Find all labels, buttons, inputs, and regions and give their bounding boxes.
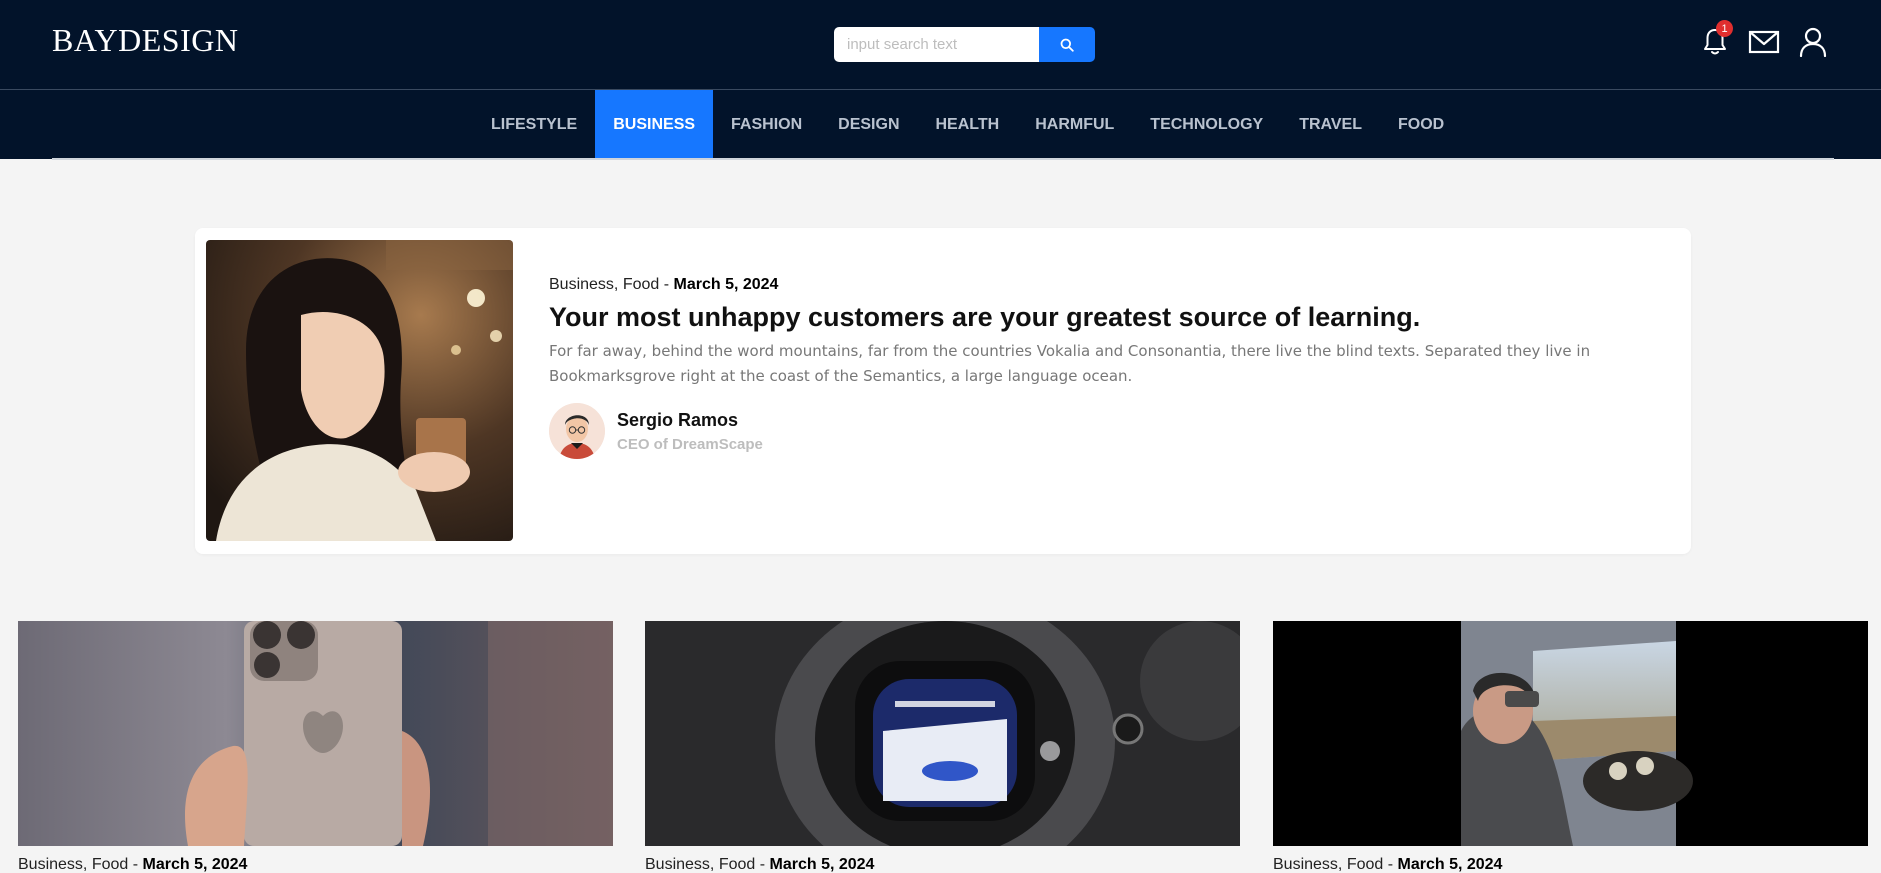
header-actions: 1 xyxy=(1699,20,1829,62)
nav-item-food[interactable]: FOOD xyxy=(1380,90,1462,159)
search-input[interactable] xyxy=(834,27,1039,62)
category-link[interactable]: Food xyxy=(1347,856,1383,873)
notification-badge: 1 xyxy=(1716,20,1733,37)
nav-list: LIFESTYLE BUSINESS FASHION DESIGN HEALTH… xyxy=(473,90,1462,159)
account-button[interactable] xyxy=(1797,22,1829,62)
nav-item-lifestyle[interactable]: LIFESTYLE xyxy=(473,90,595,159)
author-info: Sergio Ramos CEO of DreamScape xyxy=(617,410,763,453)
messages-button[interactable] xyxy=(1747,22,1781,62)
category-link[interactable]: Business xyxy=(645,856,710,873)
featured-title[interactable]: Your most unhappy customers are your gre… xyxy=(549,302,1659,333)
category-link[interactable]: Business xyxy=(1273,856,1338,873)
author-name[interactable]: Sergio Ramos xyxy=(617,410,763,431)
nav-item-travel[interactable]: TRAVEL xyxy=(1281,90,1380,159)
nav-item-business[interactable]: BUSINESS xyxy=(595,90,714,159)
post-date: March 5, 2024 xyxy=(673,276,779,293)
nav-item-technology[interactable]: TECHNOLOGY xyxy=(1132,90,1281,159)
category-link[interactable]: Food xyxy=(92,856,128,873)
post-card[interactable]: Business, Food - March 5, 2024 xyxy=(18,621,613,873)
nav-underline xyxy=(52,158,1834,160)
post-image[interactable] xyxy=(18,621,613,846)
category-link[interactable]: Food xyxy=(719,856,755,873)
category-link[interactable]: Food xyxy=(623,276,659,293)
search-icon xyxy=(1060,38,1074,52)
featured-article[interactable]: Business, Food - March 5, 2024 Your most… xyxy=(195,228,1691,554)
post-meta: Business, Food - March 5, 2024 xyxy=(645,856,875,873)
nav-item-design[interactable]: DESIGN xyxy=(820,90,917,159)
author-role: CEO of DreamScape xyxy=(617,435,763,453)
nav-item-health[interactable]: HEALTH xyxy=(918,90,1018,159)
category-link[interactable]: Business xyxy=(18,856,83,873)
post-card[interactable]: Business, Food - March 5, 2024 xyxy=(1273,621,1868,873)
post-meta: Business, Food - March 5, 2024 xyxy=(1273,856,1503,873)
post-date: March 5, 2024 xyxy=(142,856,248,873)
nav-item-harmful[interactable]: HARMFUL xyxy=(1017,90,1132,159)
post-date: March 5, 2024 xyxy=(1397,856,1503,873)
featured-meta: Business, Food - March 5, 2024 xyxy=(549,276,779,293)
avatar xyxy=(549,403,605,459)
user-icon xyxy=(1799,27,1827,57)
site-logo[interactable]: BAYDESIGN xyxy=(52,22,238,59)
post-image[interactable] xyxy=(1273,621,1868,846)
search-bar xyxy=(834,27,1095,62)
top-header: BAYDESIGN 1 xyxy=(0,0,1881,89)
post-image[interactable] xyxy=(645,621,1240,846)
mail-icon xyxy=(1748,30,1780,54)
featured-content: Business, Food - March 5, 2024 Your most… xyxy=(549,276,1659,459)
nav-item-fashion[interactable]: FASHION xyxy=(713,90,820,159)
category-nav: LIFESTYLE BUSINESS FASHION DESIGN HEALTH… xyxy=(0,90,1881,159)
post-meta: Business, Food - March 5, 2024 xyxy=(18,856,248,873)
category-link[interactable]: Business xyxy=(549,276,614,293)
author-block: Sergio Ramos CEO of DreamScape xyxy=(549,403,1659,459)
search-button[interactable] xyxy=(1039,27,1095,62)
post-card[interactable]: Business, Food - March 5, 2024 xyxy=(645,621,1240,873)
featured-image[interactable] xyxy=(206,240,513,541)
post-date: March 5, 2024 xyxy=(769,856,875,873)
featured-excerpt: For far away, behind the word mountains,… xyxy=(549,342,1591,385)
notifications-button[interactable]: 1 xyxy=(1699,20,1733,62)
